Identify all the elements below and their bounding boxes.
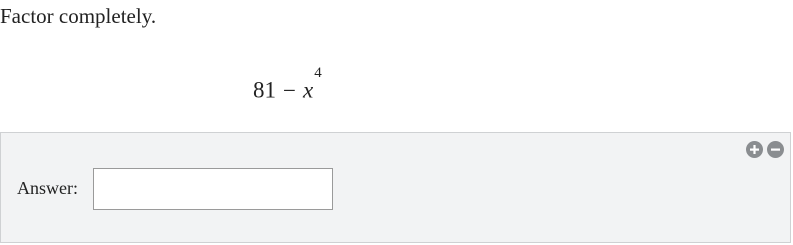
question-prompt: Factor completely.: [0, 4, 157, 28]
expression-constant: 81: [253, 77, 276, 103]
expression-variable: x: [302, 77, 314, 103]
minus-circle-icon[interactable]: [767, 141, 784, 158]
answer-panel: Answer:: [0, 132, 791, 243]
expression-exponent: 4: [314, 65, 322, 81]
answer-input[interactable]: [93, 168, 333, 210]
math-expression: 81− x4: [253, 65, 322, 106]
answer-label: Answer:: [17, 178, 78, 198]
expression-operator: −: [283, 77, 296, 103]
plus-circle-icon[interactable]: [746, 141, 763, 158]
